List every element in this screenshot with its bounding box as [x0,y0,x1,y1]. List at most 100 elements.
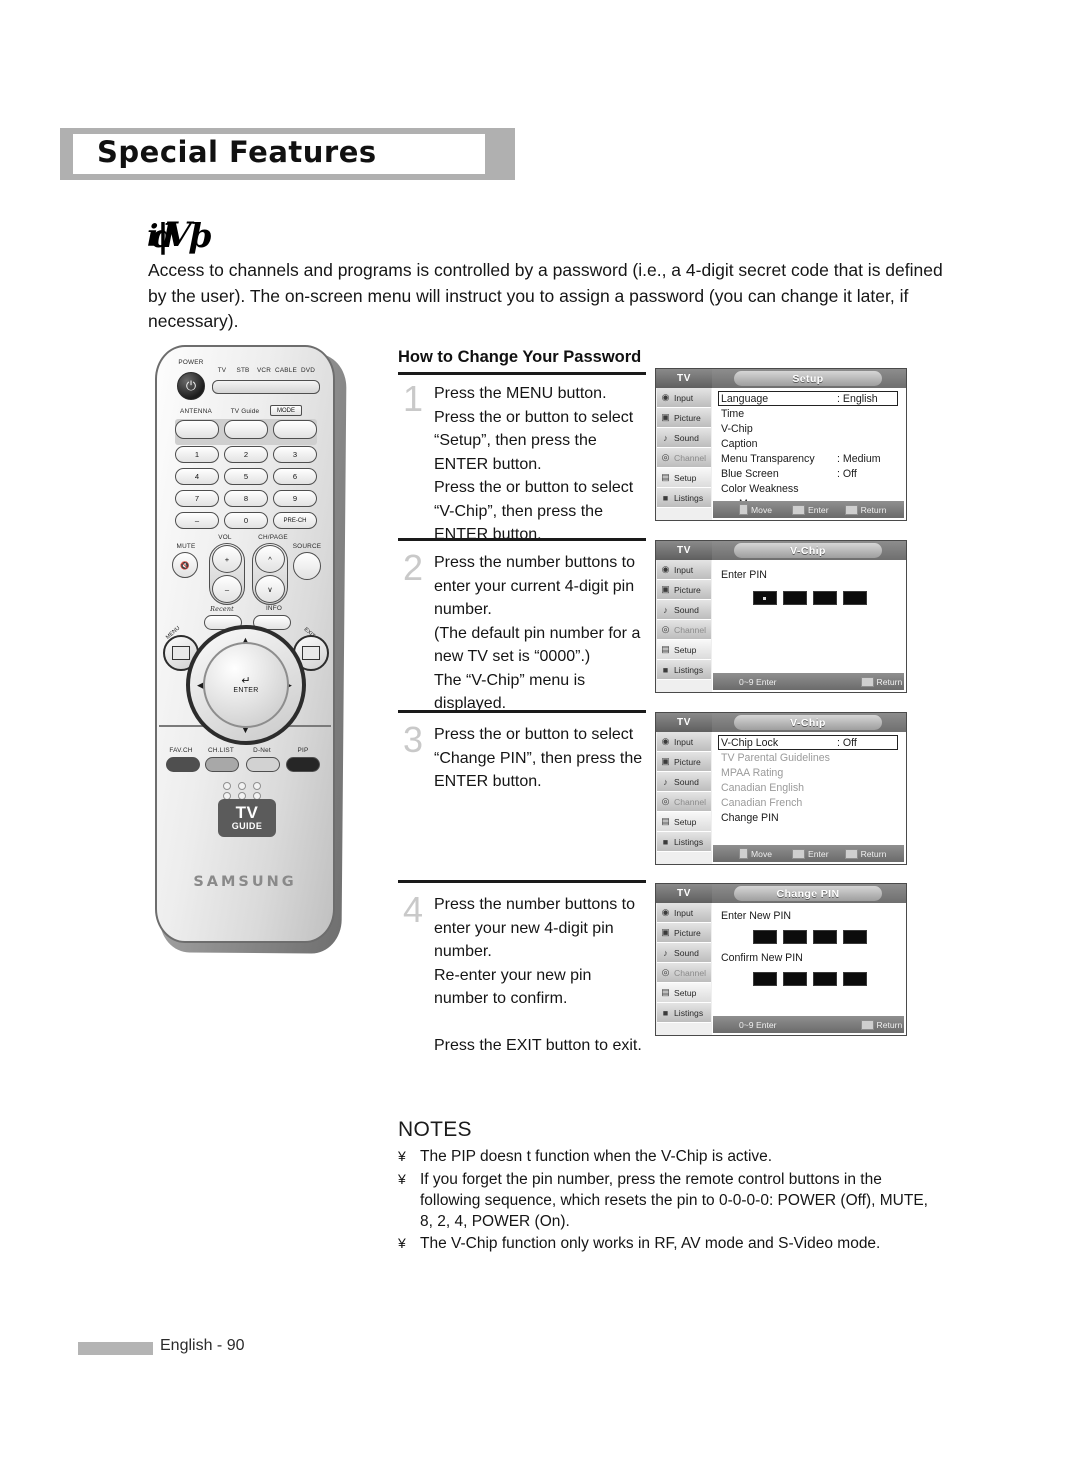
key-9[interactable]: 9 [273,490,317,507]
new-pin-digit-2[interactable] [783,930,807,944]
device-mode-indicator-bar [212,380,320,394]
sidebar-item-setup[interactable]: ▤ Setup [657,640,711,660]
menu-row-vchip-lock[interactable]: V-Chip Lock: Off [721,737,857,749]
confirm-pin-digit-3[interactable] [813,972,837,986]
vol-up-button[interactable]: + [212,545,242,573]
sidebar-item-label: Sound [674,604,699,615]
chpage-down-button[interactable]: ∨ [255,575,285,603]
menu-row-mpaa-rating[interactable]: MPAA Rating [721,767,783,779]
key-3[interactable]: 3 [273,446,317,463]
enter-button[interactable]: ↵ ENTER [203,642,289,728]
source-button[interactable] [293,552,321,580]
menu-row-time[interactable]: Time [721,408,744,420]
sidebar-item-setup[interactable]: ▤ Setup [657,812,711,832]
sidebar-item-sound[interactable]: ♪ Sound [657,428,711,448]
sidebar-item-picture[interactable]: ▣ Picture [657,580,711,600]
enter-label: ENTER [233,687,259,694]
osd-sidebar: ◉ Input ▣ Picture ♪ Sound ◎ Channel ▤ Setup ■… [656,560,712,692]
sidebar-item-channel[interactable]: ◎ Channel [657,792,711,812]
osd-footer: Move Enter Return [713,501,904,518]
pin-digit-3[interactable] [813,591,837,605]
pin-digit-4[interactable] [843,591,867,605]
pip-button[interactable] [286,757,320,772]
confirm-pin-digit-1[interactable] [753,972,777,986]
dnet-button[interactable] [246,757,280,772]
menu-row-tv-parental-guidelines[interactable]: TV Parental Guidelines [721,752,830,764]
input-icon: ◉ [661,564,670,574]
chlist-button[interactable] [205,757,239,772]
mute-button[interactable]: 🔇 [172,552,198,578]
sidebar-item-picture[interactable]: ▣ Picture [657,923,711,943]
key-4[interactable]: 4 [175,468,219,485]
pin-digit-1[interactable] [753,591,777,605]
sidebar-item-listings[interactable]: ■ Listings [657,1003,711,1023]
sidebar-item-channel[interactable]: ◎ Channel [657,963,711,983]
tvguide-icon: ■ [662,1007,669,1018]
key-8[interactable]: 8 [224,490,268,507]
key-0[interactable]: 0 [224,512,268,529]
sidebar-item-sound[interactable]: ♪ Sound [657,772,711,792]
sidebar-item-label: Picture [674,412,701,423]
power-button[interactable]: ⏻ [177,372,205,400]
menu-row-change-pin[interactable]: Change PIN [721,812,779,824]
menu-row-canadian-english[interactable]: Canadian English [721,782,804,794]
favch-button[interactable] [166,757,200,772]
new-pin-digit-1[interactable] [753,930,777,944]
osd-body: Language: English Time V-Chip Caption Me… [713,389,904,510]
key-7[interactable]: 7 [175,490,219,507]
chpage-label: CH/PAGE [258,534,288,541]
key-1[interactable]: 1 [175,446,219,463]
antenna-button[interactable] [175,420,219,439]
sidebar-item-setup[interactable]: ▤ Setup [657,983,711,1003]
vol-down-button[interactable]: – [212,575,242,603]
menu-row-vchip[interactable]: V-Chip [721,423,753,435]
sidebar-item-input[interactable]: ◉ Input [657,732,711,752]
key-6[interactable]: 6 [273,468,317,485]
key-2[interactable]: 2 [224,446,268,463]
sidebar-item-setup[interactable]: ▤ Setup [657,468,711,488]
menu-row-menu-transparency[interactable]: Menu Transparency: Medium [721,453,881,465]
sidebar-item-sound[interactable]: ♪ Sound [657,943,711,963]
return-key-icon [860,1019,874,1030]
new-pin-digit-3[interactable] [813,930,837,944]
sidebar-item-listings[interactable]: ■ Listings [657,660,711,680]
tvguide-label: TV Guide [230,408,260,415]
key-dash[interactable]: – [175,512,219,529]
sidebar-item-input[interactable]: ◉ Input [657,388,711,408]
sidebar-item-picture[interactable]: ▣ Picture [657,752,711,772]
sound-icon: ♪ [663,776,668,787]
sidebar-item-sound[interactable]: ♪ Sound [657,600,711,620]
chlist-label: CH.LIST [208,747,234,754]
tvguide-button[interactable] [224,420,268,439]
menu-row-canadian-french[interactable]: Canadian French [721,797,802,809]
menu-row-value: : English [837,393,878,405]
menu-row-label: Time [721,408,745,420]
notes-heading: NOTES [398,1118,472,1141]
menu-row-caption[interactable]: Caption [721,438,758,450]
sidebar-item-listings[interactable]: ■ Listings [657,488,711,508]
sidebar-item-input[interactable]: ◉ Input [657,903,711,923]
mode-button[interactable] [273,420,317,439]
mode-key-label[interactable]: MODE [270,405,302,416]
note-item-3: ¥ The V-Chip function only works in RF, … [398,1233,938,1254]
sidebar-item-input[interactable]: ◉ Input [657,560,711,580]
return-key-icon [844,848,858,859]
sidebar-item-channel[interactable]: ◎ Channel [657,620,711,640]
chpage-up-button[interactable]: ^ [255,545,285,573]
menu-row-blue-screen[interactable]: Blue Screen: Off [721,468,857,480]
pin-digit-2[interactable] [783,591,807,605]
sidebar-item-label: Picture [674,756,701,767]
new-pin-digit-4[interactable] [843,930,867,944]
menu-row-language[interactable]: Language: English [721,393,878,405]
key-prech[interactable]: PRE-CH [273,512,317,529]
sound-icon: ♪ [663,604,668,615]
menu-row-color-weakness[interactable]: Color Weakness [721,483,799,495]
sidebar-item-channel[interactable]: ◎ Channel [657,448,711,468]
osd-title-setup: Setup [792,372,824,385]
sidebar-item-listings[interactable]: ■ Listings [657,832,711,852]
key-5[interactable]: 5 [224,468,268,485]
setup-icon: ▤ [661,472,670,482]
confirm-pin-digit-4[interactable] [843,972,867,986]
sidebar-item-picture[interactable]: ▣ Picture [657,408,711,428]
confirm-pin-digit-2[interactable] [783,972,807,986]
